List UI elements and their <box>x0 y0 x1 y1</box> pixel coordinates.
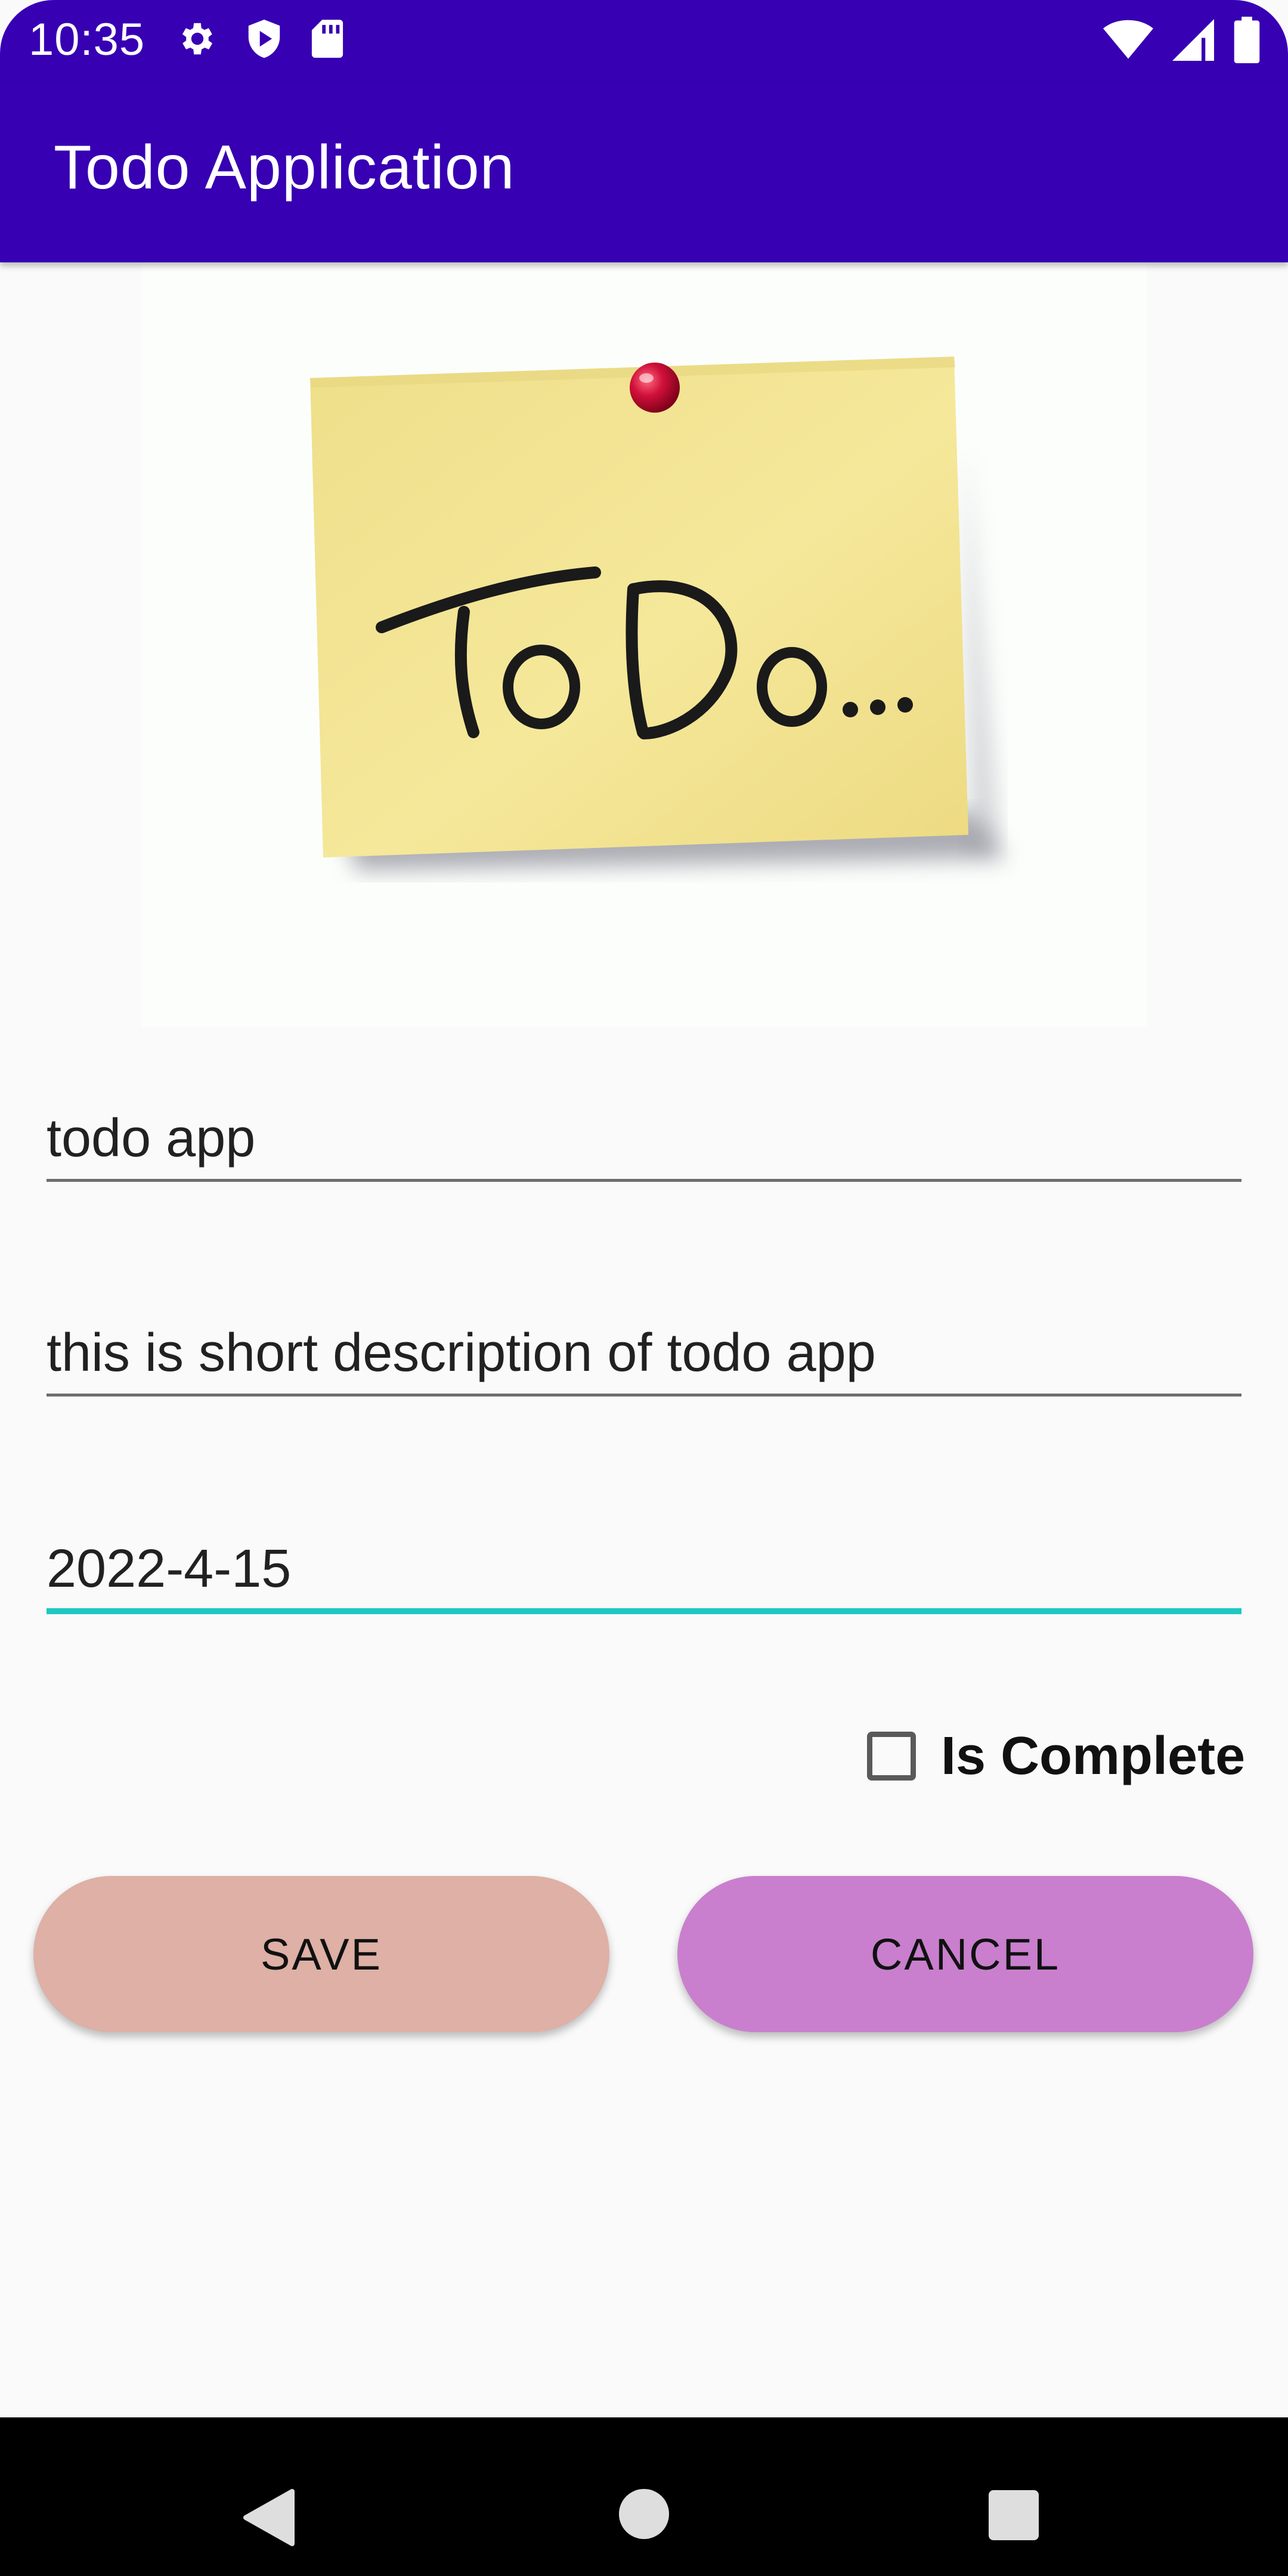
navigation-bar <box>0 2417 1288 2576</box>
is-complete-checkbox[interactable] <box>867 1732 916 1781</box>
gear-icon <box>177 18 218 63</box>
title-field[interactable]: todo app <box>47 1104 1241 1182</box>
status-notification-icons <box>177 18 345 63</box>
is-complete-label[interactable]: Is Complete <box>941 1726 1245 1787</box>
status-bar: 10:35 <box>0 0 1288 82</box>
app-bar: Todo Application <box>0 82 1288 262</box>
title-input[interactable]: todo app <box>47 1106 255 1171</box>
sd-card-icon <box>310 18 345 63</box>
recents-icon[interactable] <box>989 2490 1040 2544</box>
cancel-button[interactable]: CANCEL <box>677 1876 1253 2032</box>
shield-play-icon <box>244 18 284 63</box>
description-field[interactable]: this is short description of todo app <box>47 1319 1241 1397</box>
status-time: 10:35 <box>29 14 145 65</box>
todo-sticky-note-image <box>142 262 1147 1027</box>
date-field[interactable]: 2022-4-15 <box>47 1535 1241 1614</box>
save-button[interactable]: SAVE <box>33 1876 609 2032</box>
is-complete-checkbox-row[interactable]: Is Complete <box>867 1723 1245 1789</box>
battery-icon <box>1233 17 1261 66</box>
title-underline <box>47 1179 1241 1182</box>
status-system-icons <box>1103 17 1261 66</box>
wifi-icon <box>1103 19 1153 64</box>
signal-icon <box>1172 19 1214 64</box>
app-title: Todo Application <box>54 133 515 202</box>
date-input[interactable]: 2022-4-15 <box>47 1536 291 1602</box>
description-underline <box>47 1394 1241 1397</box>
back-icon[interactable] <box>242 2488 296 2550</box>
home-icon[interactable] <box>618 2488 671 2544</box>
date-underline <box>47 1608 1241 1614</box>
description-input[interactable]: this is short description of todo app <box>47 1320 876 1386</box>
